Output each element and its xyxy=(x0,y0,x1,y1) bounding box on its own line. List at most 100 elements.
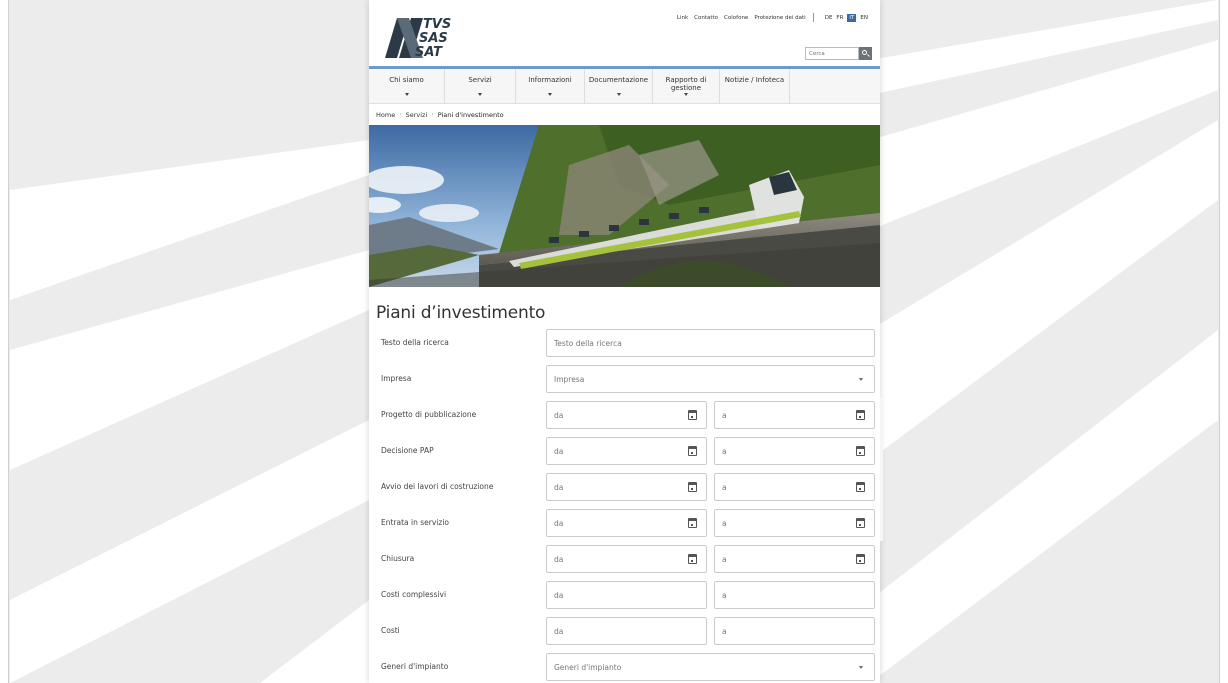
field-label: Costi complessivi xyxy=(381,590,447,599)
nav-documentazione[interactable]: Documentazione xyxy=(585,69,653,104)
nav-label: Informazioni xyxy=(528,76,572,84)
nav-informazioni[interactable]: Informazioni xyxy=(516,69,585,104)
field-placeholder: da xyxy=(554,555,564,564)
field-placeholder: a xyxy=(722,483,727,492)
amount-to-input[interactable]: a xyxy=(714,581,875,609)
topnav-link[interactable]: Link xyxy=(677,15,688,21)
date-to-input[interactable]: a xyxy=(714,473,875,501)
chevron-down-icon xyxy=(548,93,552,96)
page-title: Piani d’investimento xyxy=(376,303,546,323)
breadcrumb-current: Piani d'investimento xyxy=(437,110,504,119)
date-from-input[interactable]: da xyxy=(546,509,707,537)
calendar-icon[interactable] xyxy=(856,518,865,528)
window-edge-right xyxy=(1219,0,1228,683)
lang-de[interactable]: DE xyxy=(825,15,833,21)
hero-train-image xyxy=(369,125,880,287)
field-placeholder: da xyxy=(554,411,564,420)
date-from-input[interactable]: da xyxy=(546,473,707,501)
page-shadow-strip xyxy=(880,398,883,541)
field-placeholder: a xyxy=(722,555,727,564)
lang-en[interactable]: EN xyxy=(860,15,868,21)
search-box xyxy=(805,47,872,60)
calendar-icon[interactable] xyxy=(856,554,865,564)
chevron-down-icon xyxy=(616,93,621,96)
nav-servizi[interactable]: Servizi xyxy=(445,69,516,104)
chevron-down-icon xyxy=(478,93,482,96)
date-from-input[interactable]: da xyxy=(546,545,707,573)
field-label: Costi xyxy=(381,626,400,635)
field-label: Impresa xyxy=(381,374,412,383)
amount-to-input[interactable]: a xyxy=(714,617,875,645)
field-label: Chiusura xyxy=(381,554,415,563)
field-placeholder: da xyxy=(554,627,564,636)
calendar-icon[interactable] xyxy=(688,554,697,564)
field-placeholder: Testo della ricerca xyxy=(554,339,622,348)
date-to-input[interactable]: a xyxy=(714,437,875,465)
form-row-generi-impianto: Generi d'impianto Generi d'impianto xyxy=(369,653,880,681)
nav-rapporto-gestione[interactable]: Rapporto di gestione xyxy=(653,69,720,104)
amount-from-input[interactable]: da xyxy=(546,581,707,609)
field-label: Testo della ricerca xyxy=(381,338,449,347)
topnav-colofone[interactable]: Colofone xyxy=(724,15,748,21)
field-placeholder: a xyxy=(722,411,727,420)
chevron-down-icon xyxy=(684,93,688,96)
field-placeholder: a xyxy=(722,519,727,528)
field-placeholder: Impresa xyxy=(554,375,585,384)
field-label: Avvio dei lavori di costruzione xyxy=(381,482,494,491)
generi-impianto-select[interactable]: Generi d'impianto xyxy=(546,653,875,681)
nav-chi-siamo[interactable]: Chi siamo xyxy=(369,69,445,104)
chevron-down-icon xyxy=(404,93,409,96)
search-button[interactable] xyxy=(859,47,872,60)
svg-text:SAT: SAT xyxy=(415,45,443,60)
field-placeholder: a xyxy=(722,591,727,600)
nav-label: Chi siamo xyxy=(389,76,424,84)
search-text-input[interactable]: Testo della ricerca xyxy=(546,329,875,357)
form-row-avvio-lavori: Avvio dei lavori di costruzione da a xyxy=(369,473,880,501)
topnav-protezione-dati[interactable]: Protezione dei dati xyxy=(754,15,805,21)
breadcrumb-separator: › xyxy=(431,111,434,118)
form-row-testo: Testo della ricerca Testo della ricerca xyxy=(369,329,880,357)
web-page: TVS SAS SAT Link Contatto Colofone Prote… xyxy=(369,0,880,683)
tvs-logo[interactable]: TVS SAS SAT xyxy=(383,12,469,60)
field-placeholder: Generi d'impianto xyxy=(554,663,622,672)
date-from-input[interactable]: da xyxy=(546,437,707,465)
breadcrumb-home[interactable]: Home xyxy=(376,111,395,119)
field-placeholder: da xyxy=(554,447,564,456)
search-input[interactable] xyxy=(805,47,859,60)
nav-notizie-infoteca[interactable]: Notizie / Infoteca xyxy=(720,69,790,104)
calendar-icon[interactable] xyxy=(856,482,865,492)
date-to-input[interactable]: a xyxy=(714,401,875,429)
breadcrumb-servizi[interactable]: Servizi xyxy=(406,111,428,119)
calendar-icon[interactable] xyxy=(688,482,697,492)
chevron-down-icon xyxy=(859,378,863,381)
field-label: Entrata in servizio xyxy=(381,518,449,527)
main-navigation: Chi siamo Servizi Informazioni Documenta… xyxy=(369,66,880,104)
field-placeholder: da xyxy=(554,519,564,528)
svg-text:TVS: TVS xyxy=(423,17,451,32)
field-placeholder: a xyxy=(722,627,727,636)
lang-it[interactable]: IT xyxy=(847,13,857,22)
calendar-icon[interactable] xyxy=(856,446,865,456)
form-row-chiusura: Chiusura da a xyxy=(369,545,880,573)
breadcrumb-separator: › xyxy=(399,111,402,118)
chevron-down-icon xyxy=(859,666,863,669)
lang-fr[interactable]: FR xyxy=(836,15,843,21)
date-to-input[interactable]: a xyxy=(714,545,875,573)
calendar-icon[interactable] xyxy=(856,410,865,420)
window-edge-left xyxy=(0,0,9,683)
nav-label: Documentazione xyxy=(588,76,649,84)
nav-label: Rapporto di gestione xyxy=(665,76,707,92)
calendar-icon[interactable] xyxy=(688,446,697,456)
topnav-contatto[interactable]: Contatto xyxy=(694,15,718,21)
form-row-costi-complessivi: Costi complessivi da a xyxy=(369,581,880,609)
impresa-select[interactable]: Impresa xyxy=(546,365,875,393)
calendar-icon[interactable] xyxy=(688,518,697,528)
amount-from-input[interactable]: da xyxy=(546,617,707,645)
date-from-input[interactable]: da xyxy=(546,401,707,429)
field-placeholder: a xyxy=(722,447,727,456)
date-to-input[interactable]: a xyxy=(714,509,875,537)
form-row-progetto-pubblicazione: Progetto di pubblicazione da a xyxy=(369,401,880,429)
field-label: Progetto di pubblicazione xyxy=(381,410,477,419)
calendar-icon[interactable] xyxy=(688,410,697,420)
form-row-impresa: Impresa Impresa xyxy=(369,365,880,393)
